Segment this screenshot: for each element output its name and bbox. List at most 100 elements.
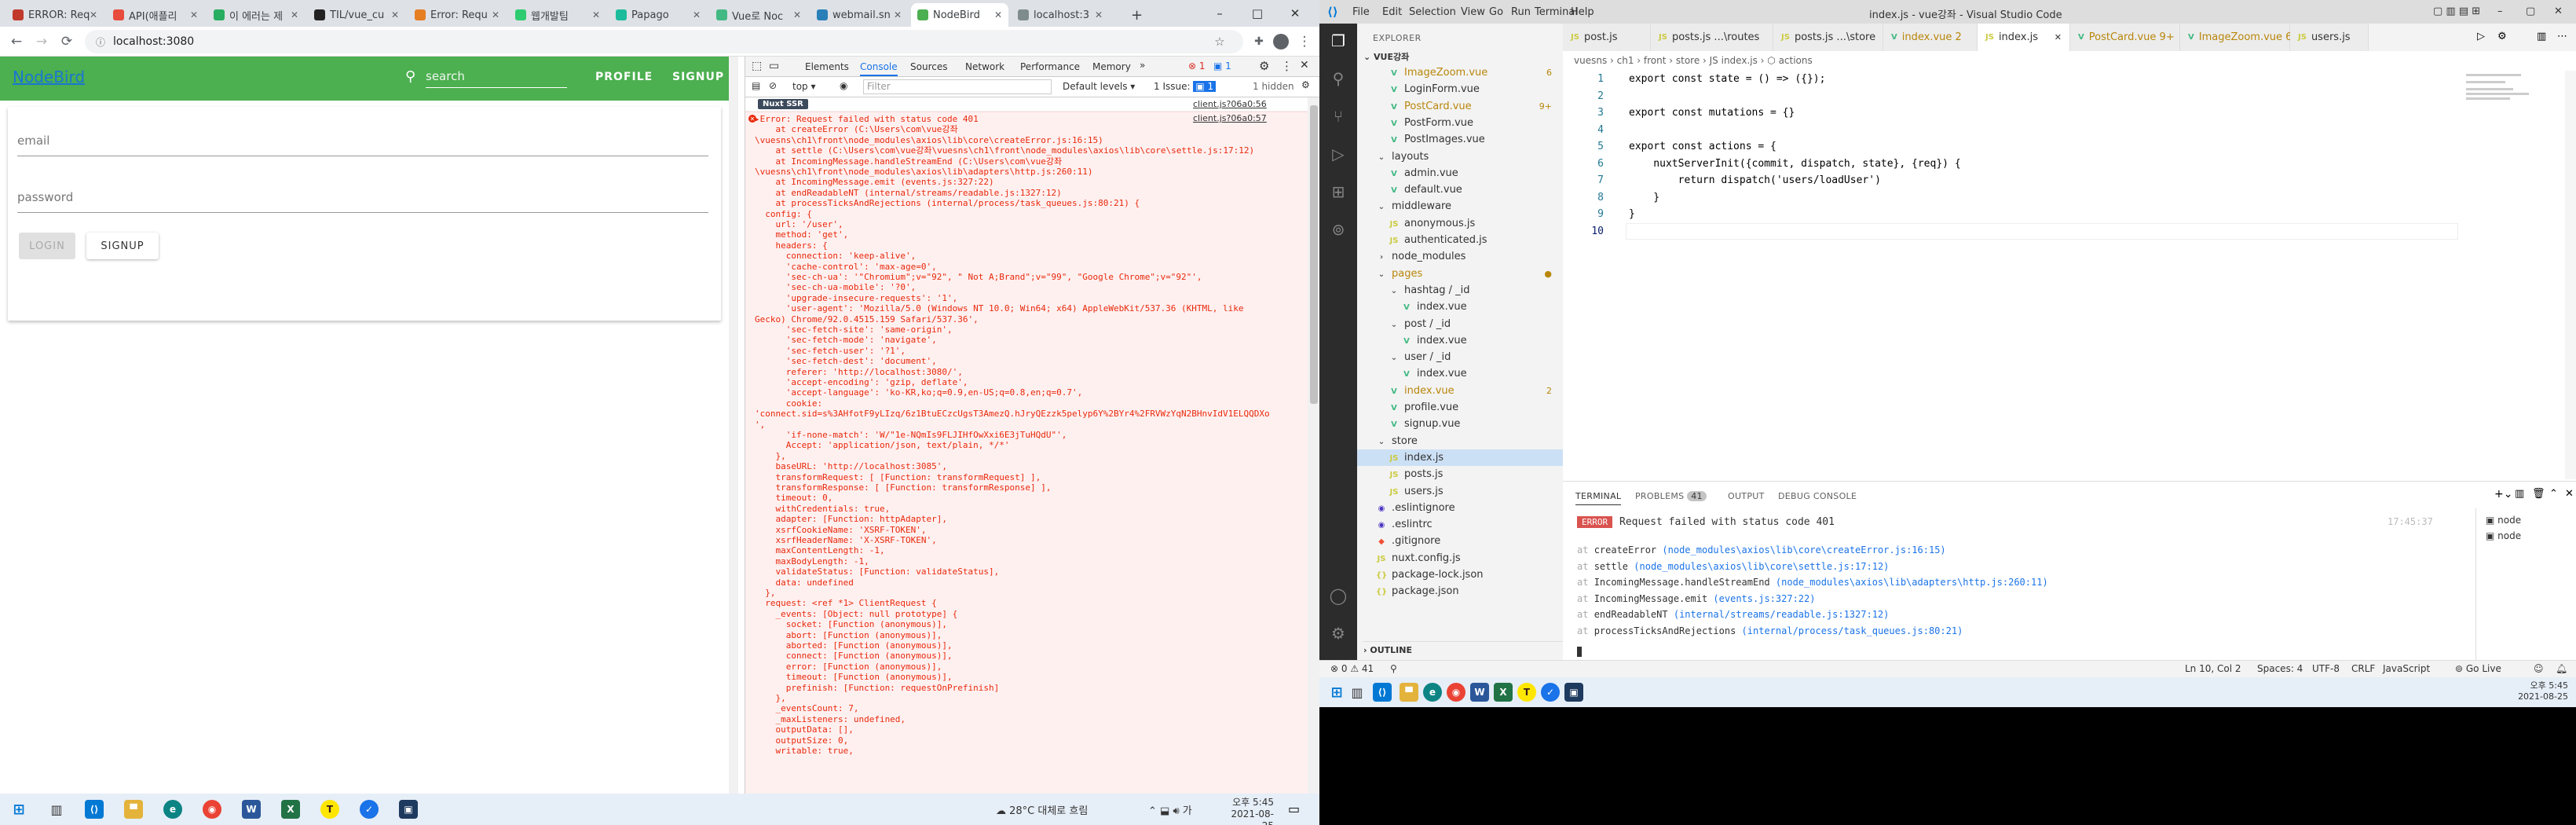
editor-tab[interactable]: V ImageZoom.vue 6: [2180, 24, 2292, 51]
editor-tab[interactable]: JS index.js ✕: [1978, 24, 2070, 51]
word-icon[interactable]: W: [242, 800, 261, 819]
kill-terminal-icon[interactable]: 🗑︎: [2532, 488, 2545, 500]
editor-scrollbar[interactable]: [2565, 71, 2576, 479]
tree-folder[interactable]: ⌄ pages ●: [1357, 266, 1563, 282]
browser-tab[interactable]: Error: Requ ✕: [408, 3, 506, 27]
remote-icon[interactable]: ⊚: [1329, 220, 1348, 239]
clock[interactable]: 오후 5:452021-08-25: [2513, 680, 2568, 702]
maximize-icon[interactable]: □: [1239, 0, 1275, 27]
workspace-root[interactable]: ⌄ VUE강좌: [1363, 50, 1409, 63]
tree-file[interactable]: Vindex.vue 2: [1357, 383, 1563, 399]
weather-widget[interactable]: ☁ 28°C 대체로 흐림: [996, 802, 1088, 817]
tree-folder[interactable]: ⌄ user / _id: [1357, 349, 1563, 365]
tab-close-icon[interactable]: ✕: [994, 9, 1002, 20]
extensions-icon[interactable]: ✚: [1249, 31, 1269, 52]
manage-gear-icon[interactable]: ⚙: [1329, 624, 1348, 643]
settings-gear-icon[interactable]: ⚙: [1259, 59, 1269, 73]
maximize-panel-icon[interactable]: ⌃: [2549, 488, 2558, 500]
brand-link[interactable]: NodeBird: [13, 68, 85, 86]
info-icon[interactable]: ⓘ: [96, 35, 105, 49]
live-expression-eye-icon[interactable]: ◉: [840, 80, 847, 91]
log-levels-select[interactable]: Default levels ▾: [1063, 81, 1135, 92]
browser-tab[interactable]: localhost:3 ✕: [1012, 3, 1109, 27]
stack-location-link[interactable]: (node_modules\axios\lib\adapters\http.js…: [1776, 577, 2048, 588]
tab-output[interactable]: OUTPUT: [1728, 491, 1765, 501]
address-bar[interactable]: ⓘ localhost:3080: [85, 30, 1243, 53]
close-panel-icon[interactable]: ✕: [2565, 488, 2574, 500]
browser-tab[interactable]: 웹개발팀 ✕: [509, 3, 606, 27]
menu-go[interactable]: Go: [1489, 6, 1503, 18]
stack-location-link[interactable]: (node_modules\axios\lib\core\settle.js:1…: [1634, 561, 1889, 572]
problems-status[interactable]: ⊗ 0 ⚠ 41: [1330, 663, 1374, 674]
terminal-session-item[interactable]: ▣ node: [2486, 530, 2521, 541]
clock-app-icon[interactable]: ✓: [360, 800, 379, 819]
tab-close-icon[interactable]: ✕: [391, 9, 399, 20]
language-mode[interactable]: JavaScript: [2383, 663, 2430, 674]
outline-section[interactable]: › OUTLINE: [1363, 641, 1563, 655]
tab-problems[interactable]: PROBLEMS 41: [1635, 491, 1707, 501]
tree-file[interactable]: JS index.js: [1357, 449, 1563, 466]
account-icon[interactable]: ◯: [1329, 586, 1348, 605]
terminal-app-icon[interactable]: ▣: [399, 800, 418, 819]
chrome-icon[interactable]: ◉: [1447, 683, 1465, 702]
live-share-icon[interactable]: ⚲: [1390, 663, 1397, 674]
kakaotalk-icon[interactable]: T: [320, 800, 339, 819]
stack-location-link[interactable]: (events.js:327:22): [1713, 593, 1815, 604]
tab-elements[interactable]: Elements: [805, 61, 849, 72]
new-terminal-icon[interactable]: +⌄: [2494, 488, 2512, 500]
cursor-position[interactable]: Ln 10, Col 2: [2185, 663, 2241, 674]
source-link[interactable]: client.js?06a0:57: [1193, 113, 1267, 123]
editor-tab[interactable]: JS post.js: [1563, 24, 1651, 51]
page-scrollbar[interactable]: [729, 57, 738, 795]
file-explorer-icon[interactable]: ▀: [1400, 683, 1418, 702]
tree-file[interactable]: {} package.json: [1357, 583, 1563, 600]
run-debug-icon[interactable]: ▷: [1329, 145, 1348, 163]
tab-sources[interactable]: Sources: [910, 61, 947, 72]
chrome-icon[interactable]: ◉: [203, 800, 221, 819]
search-field[interactable]: ⚲ search: [402, 66, 567, 90]
clock[interactable]: 오후 5:452021-08-25: [1222, 797, 1274, 825]
source-link[interactable]: client.js?06a0:56: [1193, 99, 1267, 109]
browser-tab[interactable]: TIL/vue_cu ✕: [308, 3, 405, 27]
new-tab-button[interactable]: +: [1125, 3, 1148, 27]
layout-icons[interactable]: ▢ ▥ ▤ ⊞: [2433, 6, 2480, 17]
forward-icon[interactable]: →: [31, 31, 52, 52]
tree-file[interactable]: V PostCard.vue 9+: [1357, 98, 1563, 115]
edge-icon[interactable]: e: [1423, 683, 1442, 702]
tab-close-icon[interactable]: ✕: [592, 9, 600, 20]
error-count-badge[interactable]: ⊗ 1: [1188, 60, 1206, 72]
back-icon[interactable]: ←: [6, 31, 27, 52]
windows-start-icon[interactable]: ⊞: [1327, 683, 1346, 702]
tree-file[interactable]: {} package-lock.json: [1357, 566, 1563, 583]
login-button[interactable]: LOGIN: [19, 233, 75, 259]
context-select[interactable]: top ▾: [792, 81, 816, 92]
tree-folder[interactable]: ⌄ store: [1357, 433, 1563, 449]
compare-icon[interactable]: ⚙: [2497, 31, 2507, 42]
signup-nav-button[interactable]: SIGNUP: [672, 71, 724, 83]
terminal-app-icon[interactable]: ▣: [1564, 683, 1583, 702]
editor-tab[interactable]: JS posts.js ...\routes: [1651, 24, 1773, 51]
inspect-icon[interactable]: ⬚: [752, 60, 762, 72]
editor-tab[interactable]: V PostCard.vue 9+: [2070, 24, 2180, 51]
browser-tab[interactable]: API(애플리 ✕: [107, 3, 204, 27]
profile-nav-button[interactable]: PROFILE: [595, 71, 653, 83]
breadcrumb[interactable]: vuesns › ch1 › front › store › JS index.…: [1574, 55, 1813, 66]
tab-close-icon[interactable]: ✕: [793, 9, 801, 20]
minimize-icon[interactable]: –: [2497, 6, 2503, 17]
encoding[interactable]: UTF-8: [2312, 663, 2340, 674]
tree-file[interactable]: JS authenticated.js: [1357, 232, 1563, 248]
more-actions-icon[interactable]: ⋯: [2557, 31, 2567, 42]
tray-icons[interactable]: ⌃ ⬓ 🔊︎ 가: [1148, 802, 1192, 817]
line-ending[interactable]: CRLF: [2351, 663, 2375, 674]
indentation[interactable]: Spaces: 4: [2257, 663, 2303, 674]
edge-icon[interactable]: e: [163, 800, 182, 819]
console-scrollbar[interactable]: [1308, 97, 1319, 794]
run-icon[interactable]: ▷: [2477, 31, 2485, 42]
tab-console[interactable]: Console: [860, 61, 898, 76]
split-terminal-icon[interactable]: ▥: [2515, 488, 2524, 500]
signup-button[interactable]: SIGNUP: [86, 233, 159, 259]
menu-kebab-icon[interactable]: ⋮: [1294, 31, 1315, 52]
tab-close-icon[interactable]: ✕: [190, 9, 198, 20]
menu-selection[interactable]: Selection: [1409, 6, 1456, 18]
tree-file[interactable]: Vprofile.vue: [1357, 399, 1563, 416]
